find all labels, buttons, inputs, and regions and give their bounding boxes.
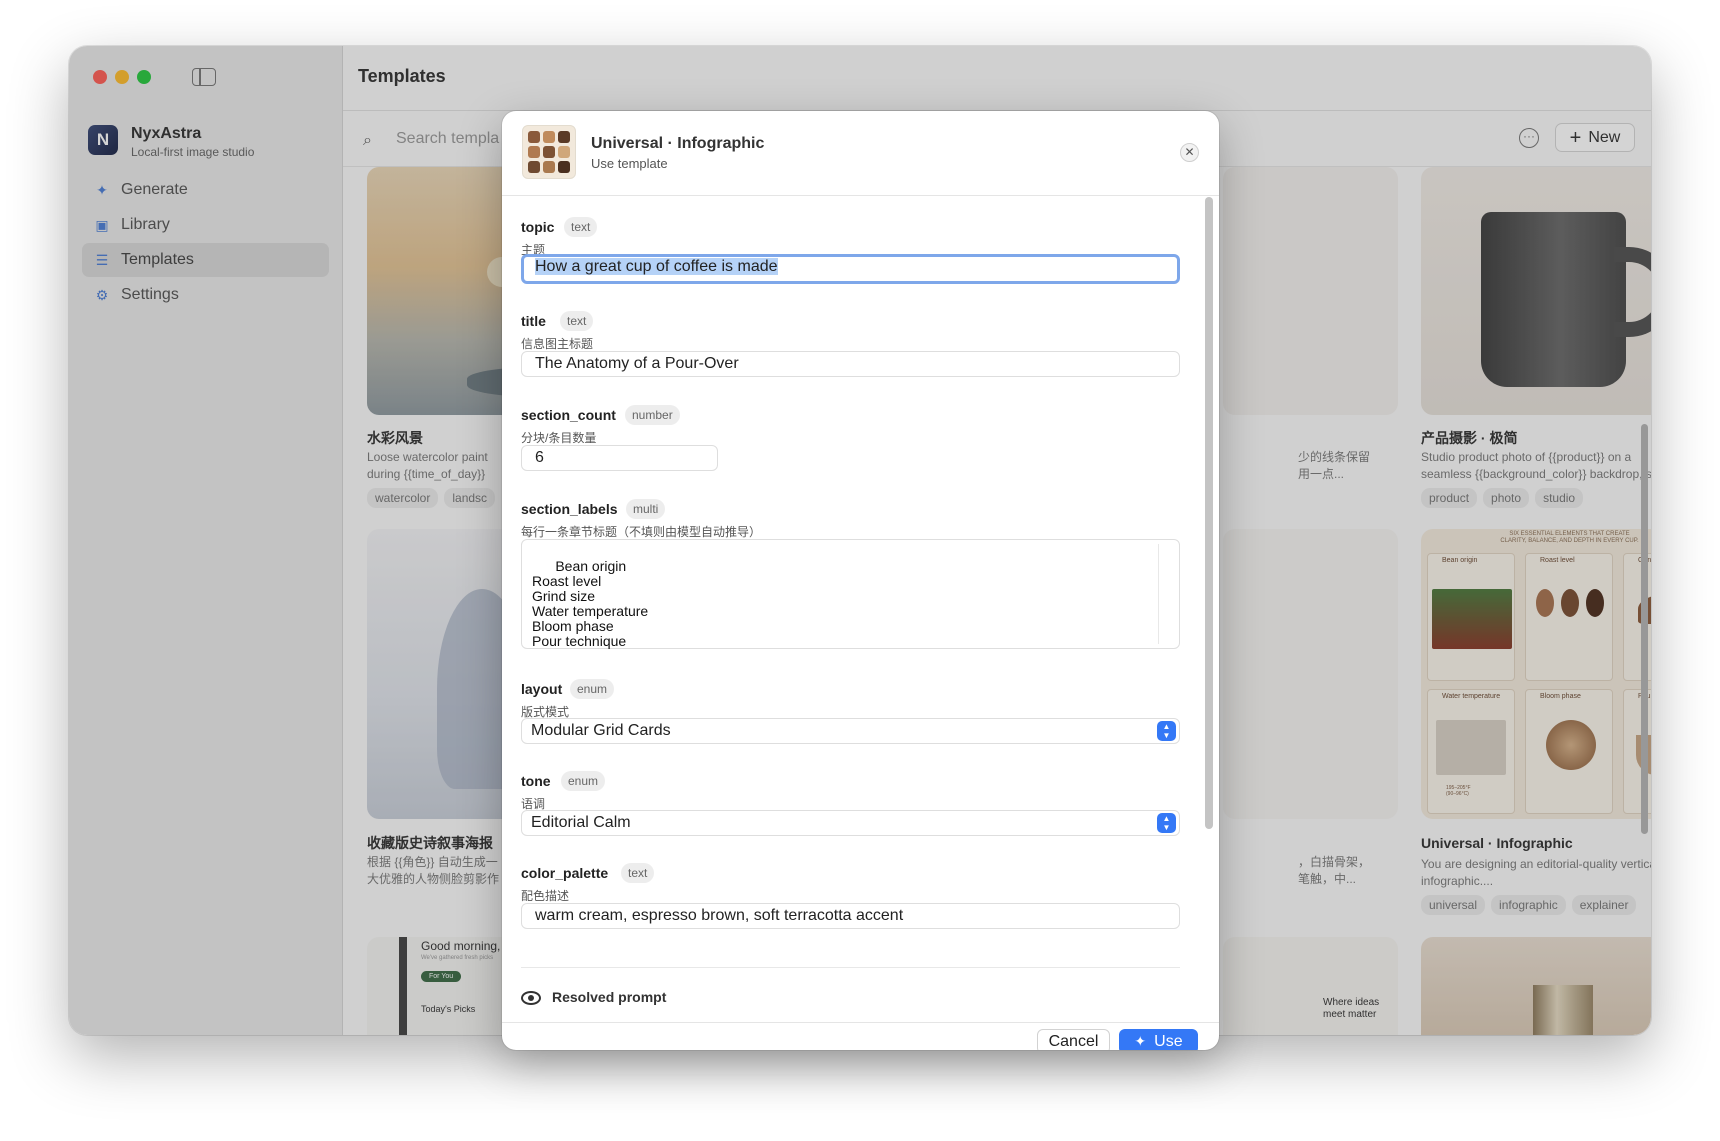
- field-name-title: title: [521, 313, 546, 329]
- color-palette-input[interactable]: warm cream, espresso brown, soft terraco…: [521, 903, 1180, 929]
- dialog-form: topic text 主题 How a great cup of coffee …: [502, 196, 1219, 1022]
- field-description: 配色描述: [521, 889, 570, 903]
- cancel-button[interactable]: Cancel: [1037, 1029, 1110, 1050]
- tone-value: Editorial Calm: [531, 814, 631, 831]
- field-name-section-count: section_count: [521, 407, 616, 423]
- resolved-prompt-toggle[interactable]: Resolved prompt: [552, 989, 666, 1005]
- dialog-scrollbar[interactable]: [1205, 197, 1213, 829]
- field-type-badge: enum: [561, 771, 606, 791]
- field-name-topic: topic: [521, 219, 555, 235]
- template-thumbnail: [522, 125, 576, 179]
- field-description: 每行一条章节标题（不填则由模型自动推导）: [521, 525, 762, 539]
- field-type-badge: enum: [570, 679, 615, 699]
- field-name-section-labels: section_labels: [521, 501, 618, 517]
- textarea-scrollbar[interactable]: [1158, 544, 1173, 644]
- title-input[interactable]: The Anatomy of a Pour-Over: [521, 351, 1180, 377]
- eye-icon[interactable]: [521, 991, 541, 1005]
- topic-value: How a great cup of coffee is made: [535, 258, 778, 275]
- field-description: 信息图主标题: [521, 337, 594, 351]
- dialog-title: Universal · Infographic: [591, 135, 765, 152]
- field-type-badge: multi: [626, 499, 666, 519]
- tone-select[interactable]: Editorial Calm ▲ ▼: [521, 810, 1180, 836]
- section-labels-textarea[interactable]: Bean origin Roast level Grind size Water…: [521, 539, 1180, 649]
- field-name-color-palette: color_palette: [521, 865, 609, 881]
- divider: [502, 1022, 1219, 1023]
- use-button[interactable]: ✦ Use: [1119, 1029, 1198, 1050]
- section-labels-value: Bean origin Roast level Grind size Water…: [532, 558, 649, 649]
- field-type-badge: number: [625, 405, 680, 425]
- wand-icon: ✦: [1134, 1033, 1147, 1049]
- chevron-updown-icon: ▲ ▼: [1157, 721, 1176, 741]
- layout-value: Modular Grid Cards: [531, 722, 671, 739]
- divider: [521, 967, 1180, 968]
- layout-select[interactable]: Modular Grid Cards ▲ ▼: [521, 718, 1180, 744]
- field-type-badge: text: [560, 311, 594, 331]
- field-name-tone: tone: [521, 773, 551, 789]
- section-count-input[interactable]: 6: [521, 445, 718, 471]
- field-type-badge: text: [564, 217, 598, 237]
- topic-input[interactable]: How a great cup of coffee is made: [521, 254, 1180, 284]
- dialog-subtitle: Use template: [591, 156, 668, 171]
- field-description: 分块/条目数量: [521, 431, 597, 445]
- field-name-layout: layout: [521, 681, 563, 697]
- use-template-dialog: Universal · Infographic Use template ✕ t…: [502, 111, 1219, 1050]
- chevron-updown-icon: ▲ ▼: [1157, 813, 1176, 833]
- close-icon[interactable]: ✕: [1180, 143, 1199, 162]
- field-type-badge: text: [621, 863, 655, 883]
- use-button-label: Use: [1154, 1032, 1183, 1050]
